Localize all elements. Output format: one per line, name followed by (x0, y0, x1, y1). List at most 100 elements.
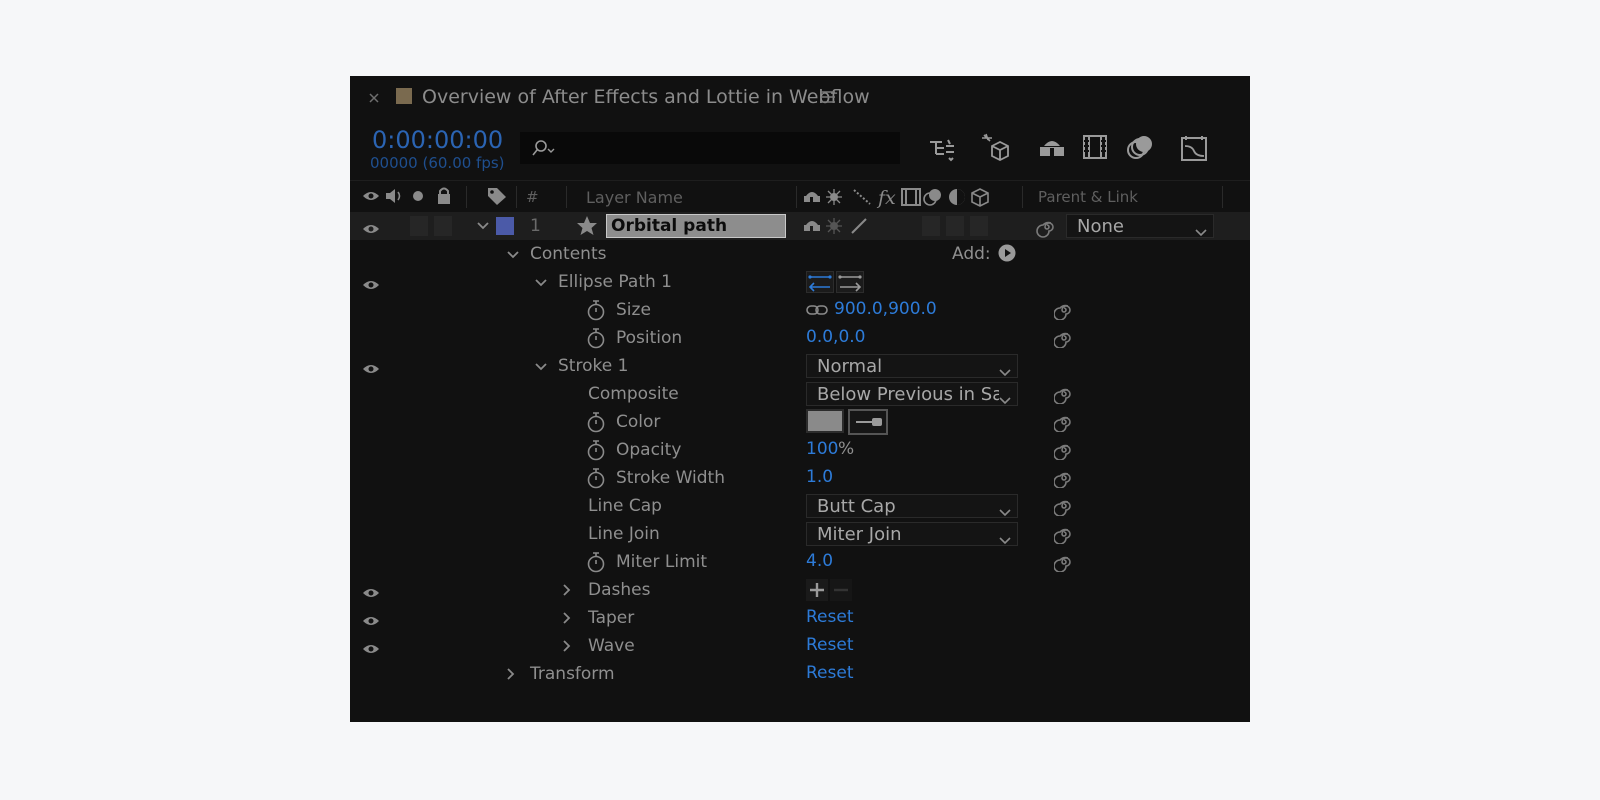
dashes-visibility-eye-icon[interactable] (362, 584, 380, 603)
parent-dropdown[interactable]: None (1066, 214, 1214, 238)
line-join-row[interactable]: Line Join Miter Join (350, 520, 1250, 548)
size-row[interactable]: Size 900.0,900.0 (350, 296, 1250, 324)
stroke-width-value[interactable]: 1.0 (806, 469, 833, 486)
draft-3d-icon[interactable] (980, 132, 1012, 162)
stopwatch-icon[interactable] (586, 439, 606, 461)
stroke-visibility-eye-icon[interactable] (362, 360, 380, 379)
solo-switch-cell[interactable] (434, 216, 452, 236)
miter-limit-value[interactable]: 4.0 (806, 553, 833, 570)
layer-label-swatch[interactable] (496, 217, 514, 235)
expression-pickwhip-icon[interactable] (1053, 328, 1074, 352)
constrain-proportions-link-icon[interactable] (806, 304, 828, 316)
stopwatch-icon[interactable] (586, 551, 606, 573)
expression-pickwhip-icon[interactable] (1053, 384, 1074, 408)
frame-blending-icon[interactable] (1082, 134, 1108, 160)
size-value[interactable]: 900.0,900.0 (834, 301, 937, 318)
wave-label: Wave (588, 636, 635, 656)
size-label: Size (616, 300, 651, 320)
expand-taper-chevron-icon[interactable] (562, 611, 572, 625)
chevron-down-icon (999, 501, 1011, 517)
composite-row[interactable]: Composite Below Previous in Sa (350, 380, 1250, 408)
search-field[interactable] (520, 132, 900, 164)
composition-flowchart-icon[interactable] (928, 136, 956, 162)
stroke-label: Stroke 1 (558, 356, 629, 376)
dashes-row[interactable]: Dashes (350, 576, 1250, 604)
motion-blur-icon[interactable] (1126, 134, 1154, 160)
expand-wave-chevron-icon[interactable] (562, 639, 572, 653)
layer-name-field[interactable]: Orbital path (606, 214, 786, 238)
taper-row[interactable]: Taper Reset (350, 604, 1250, 632)
color-label: Color (616, 412, 661, 432)
expand-dashes-chevron-icon[interactable] (562, 583, 572, 597)
taper-reset-link[interactable]: Reset (806, 609, 854, 626)
color-swatch[interactable] (806, 409, 844, 433)
contents-label: Contents (530, 244, 607, 264)
expression-pickwhip-icon[interactable] (1053, 552, 1074, 576)
expand-contents-chevron-icon[interactable] (506, 250, 520, 260)
graph-editor-icon[interactable] (1180, 134, 1208, 162)
expand-transform-chevron-icon[interactable] (506, 667, 516, 681)
expression-pickwhip-icon[interactable] (1053, 496, 1074, 520)
solo-icon[interactable] (412, 190, 424, 202)
shy-layers-icon[interactable] (1038, 136, 1066, 160)
timecode[interactable]: 0:00:00:00 (372, 128, 503, 152)
layer-row[interactable]: 1 Orbital path None (350, 212, 1250, 240)
video-visibility-icon[interactable] (362, 190, 380, 202)
layer-switches-icons: fx (802, 186, 1012, 208)
line-cap-dropdown[interactable]: Butt Cap (806, 494, 1018, 518)
expression-pickwhip-icon[interactable] (1053, 300, 1074, 324)
stopwatch-icon[interactable] (586, 299, 606, 321)
frame-info: 00000 (60.00 fps) (370, 154, 505, 172)
parent-pickwhip-icon[interactable] (1036, 216, 1058, 238)
add-dash-plus-icon[interactable] (806, 579, 828, 601)
transform-row[interactable]: Transform Reset (350, 660, 1250, 688)
path-direction-reverse-icon[interactable] (836, 271, 864, 293)
line-cap-row[interactable]: Line Cap Butt Cap (350, 492, 1250, 520)
stroke-row[interactable]: Stroke 1 Normal (350, 352, 1250, 380)
opacity-row[interactable]: Opacity 100 % (350, 436, 1250, 464)
color-row[interactable]: Color (350, 408, 1250, 436)
expand-layer-chevron-icon[interactable] (476, 221, 490, 231)
miter-limit-row[interactable]: Miter Limit 4.0 (350, 548, 1250, 576)
lock-icon[interactable] (436, 186, 452, 206)
column-layer-name[interactable]: Layer Name (586, 190, 683, 206)
taper-visibility-eye-icon[interactable] (362, 612, 380, 631)
audio-icon[interactable] (384, 187, 404, 205)
opacity-value[interactable]: 100 (806, 441, 838, 458)
expand-ellipse-chevron-icon[interactable] (534, 278, 548, 288)
eyedropper-icon[interactable] (848, 409, 888, 435)
close-tab-icon[interactable] (368, 92, 380, 104)
transform-reset-link[interactable]: Reset (806, 665, 854, 682)
expression-pickwhip-icon[interactable] (1053, 468, 1074, 492)
layer-visibility-eye-icon[interactable] (362, 220, 380, 239)
ellipse-visibility-eye-icon[interactable] (362, 276, 380, 295)
composite-label: Composite (588, 384, 679, 404)
chevron-down-icon (999, 361, 1011, 377)
expand-stroke-chevron-icon[interactable] (534, 362, 548, 372)
expression-pickwhip-icon[interactable] (1053, 412, 1074, 436)
composite-dropdown[interactable]: Below Previous in Sa (806, 382, 1018, 406)
add-menu-play-icon[interactable] (998, 244, 1016, 262)
path-direction-normal-icon[interactable] (806, 271, 834, 293)
contents-row[interactable]: Contents Add: (350, 240, 1250, 268)
panel-menu-icon[interactable] (820, 90, 836, 104)
stopwatch-icon[interactable] (586, 327, 606, 349)
stroke-width-row[interactable]: Stroke Width 1.0 (350, 464, 1250, 492)
position-value[interactable]: 0.0,0.0 (806, 329, 865, 346)
stopwatch-icon[interactable] (586, 467, 606, 489)
position-row[interactable]: Position 0.0,0.0 (350, 324, 1250, 352)
label-tag-icon[interactable] (486, 186, 508, 206)
expression-pickwhip-icon[interactable] (1053, 524, 1074, 548)
wave-reset-link[interactable]: Reset (806, 637, 854, 654)
wave-visibility-eye-icon[interactable] (362, 640, 380, 659)
stopwatch-icon[interactable] (586, 411, 606, 433)
layer-switches[interactable] (802, 215, 882, 237)
wave-row[interactable]: Wave Reset (350, 632, 1250, 660)
line-join-dropdown[interactable]: Miter Join (806, 522, 1018, 546)
chevron-down-icon (1195, 221, 1207, 237)
blend-mode-dropdown[interactable]: Normal (806, 354, 1018, 378)
expression-pickwhip-icon[interactable] (1053, 440, 1074, 464)
layer-number: 1 (530, 216, 541, 236)
audio-switch-cell[interactable] (410, 216, 428, 236)
ellipse-path-row[interactable]: Ellipse Path 1 (350, 268, 1250, 296)
